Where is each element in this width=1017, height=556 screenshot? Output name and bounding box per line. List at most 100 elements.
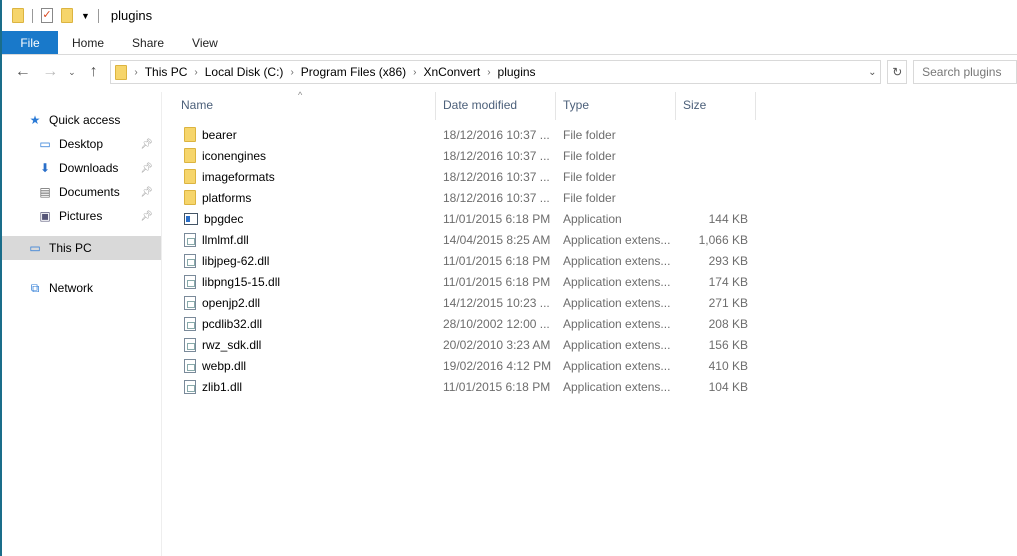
file-list: Name ^ Date modified Type Size bearer 18/1…: [174, 90, 756, 397]
sidebar-item-network[interactable]: ⧉ Network: [2, 276, 161, 300]
desktop-icon: ▭: [39, 137, 51, 151]
file-name: zlib1.dll: [202, 379, 243, 394]
file-date: 19/02/2016 4:12 PM: [443, 358, 552, 373]
file-date: 14/04/2015 8:25 AM: [443, 232, 551, 247]
dll-file-icon: [184, 337, 196, 352]
properties-icon[interactable]: ✓: [41, 8, 53, 23]
file-date: 11/01/2015 6:18 PM: [443, 253, 551, 268]
search-input[interactable]: Search plugins: [913, 60, 1017, 84]
breadcrumb-item[interactable]: XnConvert: [423, 65, 480, 79]
column-size[interactable]: Size: [676, 92, 756, 120]
back-icon[interactable]: ←: [12, 63, 34, 81]
file-type: Application extens...: [563, 274, 671, 289]
file-date: 18/12/2016 10:37 ...: [443, 190, 550, 205]
chevron-right-icon: ›: [134, 66, 138, 78]
up-icon[interactable]: ↑: [83, 63, 105, 81]
file-row[interactable]: llmlmf.dll 14/04/2015 8:25 AM Application …: [174, 229, 756, 250]
file-size: 293 KB: [708, 253, 748, 268]
column-type[interactable]: Type: [556, 92, 676, 120]
sidebar-item-label: Desktop: [59, 137, 104, 151]
file-type: Application extens...: [563, 232, 671, 247]
recent-locations-icon[interactable]: ⌄: [67, 67, 77, 78]
file-name: openjp2.dll: [202, 295, 261, 310]
divider: [32, 8, 33, 23]
customize-toolbar-icon[interactable]: ▼: [81, 11, 90, 21]
tab-view[interactable]: View: [178, 31, 232, 54]
file-name: webp.dll: [202, 358, 247, 373]
sidebar-item-pictures[interactable]: ▣ Pictures 📌︎: [2, 204, 161, 228]
sidebar-item-label: Pictures: [59, 209, 103, 223]
sidebar-item-label: Quick access: [49, 113, 121, 127]
file-row[interactable]: imageformats 18/12/2016 10:37 ... File fol…: [174, 166, 756, 187]
sidebar-item-this-pc[interactable]: ▭ This PC: [2, 236, 161, 260]
pin-icon[interactable]: 📌︎: [140, 139, 153, 150]
file-type: File folder: [563, 190, 616, 205]
refresh-button[interactable]: ↻: [887, 60, 908, 84]
file-row[interactable]: pcdlib32.dll 28/10/2002 12:00 ... Applicat…: [174, 313, 756, 334]
tab-share[interactable]: Share: [118, 31, 178, 54]
file-name: llmlmf.dll: [202, 232, 249, 247]
sidebar-item-quick-access[interactable]: ★ Quick access: [2, 108, 161, 132]
folder-icon[interactable]: [12, 8, 24, 23]
breadcrumb-item[interactable]: This PC: [145, 65, 188, 79]
column-label: Name: [181, 98, 214, 112]
file-row[interactable]: bpgdec 11/01/2015 6:18 PM Application 144 K…: [174, 208, 756, 229]
sidebar-item-label: Network: [49, 281, 94, 295]
file-name: iconengines: [202, 148, 267, 163]
address-bar[interactable]: › This PC › Local Disk (C:) › Program Fi…: [110, 60, 882, 84]
file-date: 14/12/2015 10:23 ...: [443, 295, 550, 310]
file-row[interactable]: bearer 18/12/2016 10:37 ... File folder: [174, 124, 756, 145]
chevron-right-icon: ›: [487, 66, 491, 78]
folder-icon: [184, 190, 196, 205]
file-row[interactable]: openjp2.dll 14/12/2015 10:23 ... Applicati…: [174, 292, 756, 313]
dll-file-icon: [184, 316, 196, 331]
breadcrumb-item[interactable]: plugins: [498, 65, 536, 79]
breadcrumb-item[interactable]: Local Disk (C:): [205, 65, 284, 79]
file-name: rwz_sdk.dll: [202, 337, 262, 352]
new-folder-icon[interactable]: [61, 8, 73, 23]
pin-icon[interactable]: 📌︎: [140, 163, 153, 174]
chevron-right-icon: ›: [194, 66, 198, 78]
application-icon: [184, 212, 198, 225]
column-name[interactable]: Name ^: [174, 90, 436, 120]
pin-icon[interactable]: 📌︎: [140, 187, 153, 198]
ribbon-tabs: File Home Share View: [2, 31, 1017, 55]
file-row[interactable]: zlib1.dll 11/01/2015 6:18 PM Application e…: [174, 376, 756, 397]
folder-icon: [115, 64, 128, 80]
file-name: platforms: [202, 190, 252, 205]
documents-icon: ▤: [39, 185, 51, 199]
sidebar-item-desktop[interactable]: ▭ Desktop 📌︎: [2, 132, 161, 156]
file-row[interactable]: iconengines 18/12/2016 10:37 ... File fold…: [174, 145, 756, 166]
file-type: Application extens...: [563, 316, 671, 331]
breadcrumb-item[interactable]: Program Files (x86): [301, 65, 406, 79]
sidebar-item-documents[interactable]: ▤ Documents 📌︎: [2, 180, 161, 204]
file-name: pcdlib32.dll: [202, 316, 263, 331]
forward-icon[interactable]: →: [40, 63, 62, 81]
pin-icon[interactable]: 📌︎: [140, 211, 153, 222]
file-row[interactable]: platforms 18/12/2016 10:37 ... File folder: [174, 187, 756, 208]
file-name: imageformats: [202, 169, 275, 184]
dll-file-icon: [184, 358, 196, 373]
dll-file-icon: [184, 253, 196, 268]
tab-file[interactable]: File: [2, 31, 58, 54]
file-date: 11/01/2015 6:18 PM: [443, 211, 551, 226]
file-size: 208 KB: [708, 316, 748, 331]
file-type: Application: [563, 211, 622, 226]
file-type: Application extens...: [563, 295, 671, 310]
sidebar-item-downloads[interactable]: ⬇ Downloads 📌︎: [2, 156, 161, 180]
folder-icon: [184, 148, 196, 163]
file-date: 20/02/2010 3:23 AM: [443, 337, 551, 352]
file-name: libjpeg-62.dll: [202, 253, 270, 268]
chevron-down-icon[interactable]: ⌄: [868, 67, 876, 78]
file-row[interactable]: libpng15-15.dll 11/01/2015 6:18 PM Applica…: [174, 271, 756, 292]
tab-home[interactable]: Home: [58, 31, 118, 54]
sort-ascending-icon: ^: [298, 90, 303, 100]
column-date-modified[interactable]: Date modified: [436, 92, 556, 120]
file-date: 28/10/2002 12:00 ...: [443, 316, 550, 331]
file-size: 144 KB: [708, 211, 748, 226]
file-type: File folder: [563, 127, 616, 142]
file-row[interactable]: libjpeg-62.dll 11/01/2015 6:18 PM Applicat…: [174, 250, 756, 271]
file-row[interactable]: webp.dll 19/02/2016 4:12 PM Application ex…: [174, 355, 756, 376]
file-row[interactable]: rwz_sdk.dll 20/02/2010 3:23 AM Application…: [174, 334, 756, 355]
folder-icon: [184, 169, 196, 184]
